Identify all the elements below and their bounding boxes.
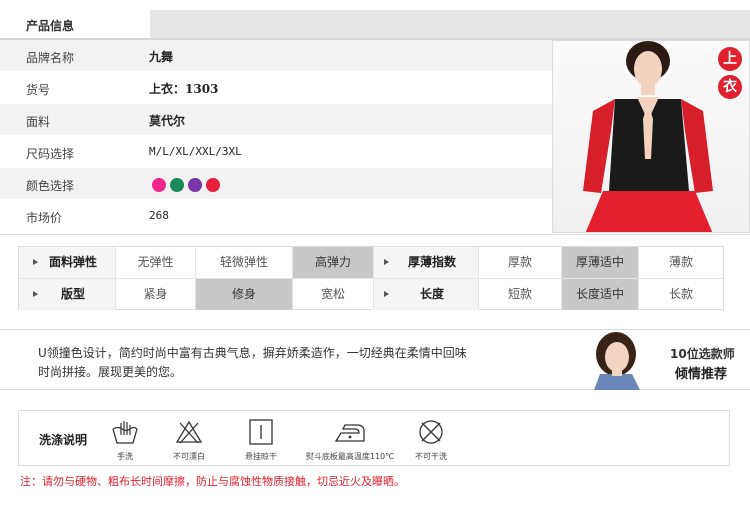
info-row-sku: 货号 上衣：1303 [0,72,552,104]
triangle-bullet-icon [384,291,389,297]
sku-key: 货号 [26,83,51,97]
wash-item-no-bleach: 不可漂白 [169,417,209,462]
wash-item-hang-dry: 悬挂晾干 [241,417,281,462]
header-tab-bg [0,10,150,38]
info-row-fabric: 面料 莫代尔 [0,104,552,136]
elasticity-label: 面料弹性 [48,255,97,269]
elasticity-opt-slight: 轻微弹性 [196,247,293,278]
triangle-bullet-icon [33,259,38,265]
wash-item-iron: 熨斗底板最高温度110℃ [295,417,405,462]
length-opt-long: 长款 [668,287,693,301]
iron-icon [334,424,365,442]
color-swatch[interactable] [206,178,220,192]
elasticity-label-cell: 面料弹性 [19,247,116,278]
designer-description: U领撞色设计，简约时尚中富有古典气息，摒弃娇柔造作，一切经典在柔情中回味 时尚拼… [38,344,488,382]
triangle-bullet-icon [384,259,389,265]
color-swatches [152,178,220,192]
thickness-opt-medium: 厚薄适中 [562,247,639,278]
header-tab-slant [134,10,150,38]
wash-item-no-dryclean: 不可干洗 [411,417,451,462]
no-dry-clean-icon [419,420,443,444]
brand-value: 九舞 [149,50,174,64]
designer-section: U领撞色设计，简约时尚中富有古典气息，摒弃娇柔造作，一切经典在柔情中回味 时尚拼… [0,329,750,390]
length-opt-short: 短款 [479,279,562,310]
top-badge-2: 衣 [718,75,742,99]
thickness-opt-thin: 薄款 [668,255,693,269]
model-illustration [583,41,713,232]
designer-avatar [594,332,640,390]
length-opt-medium: 长度适中 [562,279,639,310]
info-row-price: 市场价 268 [0,200,552,232]
info-row-size: 尺码选择 M/L/XL/XXL/3XL [0,136,552,168]
size-key: 尺码选择 [26,147,75,161]
info-row-brand: 品牌名称 九舞 [0,40,552,72]
thickness-label-cell: 厚薄指数 [374,247,479,278]
wash-item-label: 不可干洗 [415,452,447,461]
wash-instructions: 洗涤说明 手洗 不可漂白 悬挂晾干 熨斗底板最高温度110℃ 不可干洗 [18,410,730,466]
wash-item-label: 悬挂晾干 [245,452,277,461]
brand-key: 品牌名称 [26,51,75,65]
length-label-cell: 长度 [374,279,479,310]
length-label: 长度 [419,287,444,301]
sku-value: 上衣：1303 [149,82,219,96]
elasticity-opt-none: 无弹性 [116,247,196,278]
fit-opt-tight: 紧身 [116,279,196,310]
price-key: 市场价 [26,211,63,225]
designer-line-1: U领撞色设计，简约时尚中富有古典气息，摒弃娇柔造作，一切经典在柔情中回味 [38,346,467,360]
color-swatch[interactable] [188,178,202,192]
hang-dry-icon [249,419,273,445]
designer-title-2: 倾情推荐 [675,367,728,382]
wash-item-handwash: 手洗 [105,417,145,462]
size-value: M/L/XL/XXL/3XL [149,145,242,158]
fit-label-cell: 版型 [19,279,116,310]
no-bleach-icon [175,420,203,444]
wash-label: 洗涤说明 [39,433,88,447]
product-photo: 上 衣 [552,40,750,233]
fabric-value: 莫代尔 [149,114,186,128]
triangle-bullet-icon [33,291,38,297]
wash-item-label: 熨斗底板最高温度110℃ [305,452,395,461]
wash-item-label: 手洗 [117,452,133,461]
attributes-grid: 面料弹性 无弹性 轻微弹性 高弹力 厚薄指数 厚款 厚薄适中 薄款 版型 紧身 … [18,246,724,310]
fit-opt-loose: 宽松 [293,279,374,310]
info-row-color: 颜色选择 [0,168,552,200]
color-key: 颜色选择 [26,179,75,193]
section-divider [0,234,750,235]
fabric-key: 面料 [26,115,51,129]
wash-item-label: 不可漂白 [173,452,205,461]
section-title: 产品信息 [26,19,75,33]
thickness-label: 厚薄指数 [407,255,456,269]
top-badge-1: 上 [718,47,742,71]
color-swatch[interactable] [170,178,184,192]
fit-label: 版型 [60,287,85,301]
designer-title-1: 10位选款师 [670,347,735,361]
price-value: 268 [149,209,169,222]
hand-wash-icon [112,421,138,444]
elasticity-opt-high: 高弹力 [293,247,374,278]
care-note: 注：请勿与硬物、粗布长时间摩擦，防止与腐蚀性物质接触，切忌近火及曝晒。 [20,475,405,488]
designer-line-2: 时尚拼接。展现更美的您。 [38,365,183,379]
fit-opt-slim: 修身 [196,279,293,310]
thickness-opt-thick: 厚款 [479,247,562,278]
product-info-table: 品牌名称 九舞 货号 上衣：1303 面料 莫代尔 尺码选择 M/L/XL/XX… [0,40,552,232]
color-swatch[interactable] [152,178,166,192]
section-header: 产品信息 [0,10,750,40]
